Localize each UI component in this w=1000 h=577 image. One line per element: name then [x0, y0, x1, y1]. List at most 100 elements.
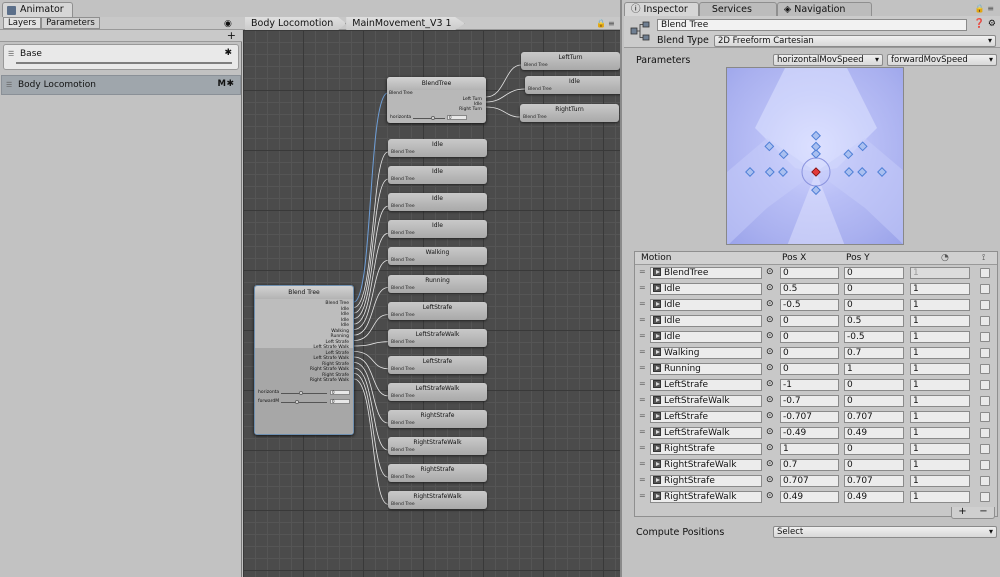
motion-node-leftturn[interactable]: LeftTurn Blend Tree [521, 52, 620, 70]
mirror-checkbox[interactable] [980, 428, 990, 438]
object-picker-icon[interactable]: ⊙ [766, 347, 774, 357]
motion-field[interactable]: LeftStrafeWalk [650, 395, 762, 407]
mirror-checkbox[interactable] [980, 348, 990, 358]
pos-x-field[interactable]: -1 [780, 379, 839, 391]
pos-y-field[interactable]: 0.49 [844, 427, 904, 439]
motion-row[interactable]: = Idle ⊙ 0 -0.5 1 [635, 329, 997, 345]
animator-tab[interactable]: Animator [2, 2, 73, 17]
object-picker-icon[interactable]: ⊙ [766, 283, 774, 293]
motion-node-rightstrafe[interactable]: RightStrafe Blend Tree [388, 410, 487, 428]
motion-node-rightstrafewalk[interactable]: RightStrafeWalk Blend Tree [388, 437, 487, 456]
menu-icon[interactable]: ≡ [608, 19, 615, 28]
motion-row[interactable]: = Running ⊙ 0 1 1 [635, 361, 997, 377]
motion-node-rightstrafe[interactable]: RightStrafe Blend Tree [388, 464, 487, 483]
pos-x-field[interactable]: -0.7 [780, 395, 839, 407]
pos-x-field[interactable]: 0 [780, 315, 839, 327]
mirror-checkbox[interactable] [980, 316, 990, 326]
motion-field[interactable]: BlendTree [650, 267, 762, 279]
motion-node-idle[interactable]: Idle Blend Tree [388, 166, 487, 185]
pos-y-field[interactable]: 0.7 [844, 347, 904, 359]
time-scale-field[interactable]: 1 [910, 299, 970, 311]
mirror-checkbox[interactable] [980, 300, 990, 310]
object-picker-icon[interactable]: ⊙ [766, 379, 774, 389]
object-picker-icon[interactable]: ⊙ [766, 491, 774, 501]
drag-handle-icon[interactable]: = [639, 379, 646, 388]
drag-handle-icon[interactable]: = [639, 267, 646, 276]
pos-x-field[interactable]: -0.49 [780, 427, 839, 439]
motion-row[interactable]: = RightStrafe ⊙ 0.707 0.707 1 [635, 473, 997, 489]
param-slider[interactable] [281, 402, 327, 403]
time-scale-field[interactable]: 1 [910, 459, 970, 471]
drag-handle-icon[interactable]: = [639, 315, 646, 324]
param-x-dropdown[interactable]: horizontalMovSpeed [773, 54, 883, 66]
time-scale-field[interactable]: 1 [910, 427, 970, 439]
motion-node-leftstrafe[interactable]: LeftStrafe Blend Tree [388, 301, 487, 320]
time-scale-field[interactable]: 1 [910, 395, 970, 407]
motion-row[interactable]: = LeftStrafeWalk ⊙ -0.49 0.49 1 [635, 425, 997, 441]
object-picker-icon[interactable]: ⊙ [766, 331, 774, 341]
drag-handle-icon[interactable]: = [639, 299, 646, 308]
time-scale-field[interactable]: 1 [910, 283, 970, 295]
param-value[interactable]: 0 [330, 399, 350, 404]
pos-x-field[interactable]: 0.707 [780, 475, 839, 487]
drag-handle-icon[interactable]: = [639, 347, 646, 356]
drag-handle-icon[interactable]: = [639, 443, 646, 452]
motion-field[interactable]: Idle [650, 299, 762, 311]
remove-motion-button[interactable]: − [979, 507, 987, 518]
drag-handle-icon[interactable]: = [639, 283, 646, 292]
motion-node-rightturn[interactable]: RightTurn Blend Tree [520, 104, 619, 122]
motion-field[interactable]: RightStrafeWalk [650, 491, 762, 503]
time-scale-field[interactable]: 1 [910, 267, 970, 279]
gear-icon[interactable]: ⚙ [988, 19, 996, 29]
tab-services[interactable]: Services [698, 2, 777, 16]
pos-x-field[interactable]: 0 [780, 363, 839, 375]
motion-field[interactable]: Idle [650, 331, 762, 343]
motion-field[interactable]: RightStrafeWalk [650, 459, 762, 471]
object-name-field[interactable]: Blend Tree [657, 19, 967, 31]
object-picker-icon[interactable]: ⊙ [766, 315, 774, 325]
pos-x-field[interactable]: 0 [780, 331, 839, 343]
eye-icon[interactable]: ◉ [224, 19, 232, 29]
layer-base[interactable]: ☰ Base ✱ [3, 44, 239, 70]
layer-body-locomotion[interactable]: ☰ Body Locomotion M ✱ [1, 75, 241, 95]
mirror-checkbox[interactable] [980, 492, 990, 502]
motion-node-running[interactable]: Running Blend Tree [388, 274, 487, 293]
slider-handle[interactable] [295, 400, 299, 404]
time-scale-field[interactable]: 1 [910, 475, 970, 487]
time-scale-field[interactable]: 1 [910, 443, 970, 455]
pos-y-field[interactable]: 0.707 [844, 411, 904, 423]
drag-handle-icon[interactable]: = [639, 491, 646, 500]
pos-x-field[interactable]: 0.5 [780, 283, 839, 295]
object-picker-icon[interactable]: ⊙ [766, 395, 774, 405]
time-scale-field[interactable]: 1 [910, 315, 970, 327]
motion-field[interactable]: Idle [650, 283, 762, 295]
blend-type-dropdown[interactable]: 2D Freeform Cartesian [714, 35, 996, 47]
mirror-checkbox[interactable] [980, 460, 990, 470]
mirror-checkbox[interactable] [980, 332, 990, 342]
slider-handle[interactable] [431, 116, 435, 120]
param-value[interactable]: 0 [447, 115, 467, 120]
tab-parameters[interactable]: Parameters [41, 17, 100, 29]
motion-row[interactable]: = LeftStrafeWalk ⊙ -0.7 0 1 [635, 393, 997, 409]
object-picker-icon[interactable]: ⊙ [766, 459, 774, 469]
tab-layers[interactable]: Layers [3, 17, 42, 29]
pos-x-field[interactable]: 1 [780, 443, 839, 455]
slider-handle[interactable] [299, 391, 303, 395]
pos-x-field[interactable]: 0 [780, 267, 839, 279]
drag-handle-icon[interactable]: = [639, 331, 646, 340]
drag-handle-icon[interactable]: = [639, 411, 646, 420]
param-value[interactable]: 0 [330, 390, 350, 395]
motion-node-walking[interactable]: Walking Blend Tree [388, 247, 487, 266]
drag-handle-icon[interactable]: = [639, 363, 646, 372]
time-scale-field[interactable]: 1 [910, 347, 970, 359]
drag-handle-icon[interactable]: = [639, 475, 646, 484]
object-picker-icon[interactable]: ⊙ [766, 267, 774, 277]
lock-icon[interactable]: 🔒 [596, 19, 606, 28]
gear-icon[interactable]: ✱ [224, 48, 232, 58]
pos-x-field[interactable]: 0 [780, 347, 839, 359]
breadcrumb-body-locomotion[interactable]: Body Locomotion [245, 17, 347, 30]
pos-y-field[interactable]: 0.707 [844, 475, 904, 487]
blendtree-node-main[interactable]: Blend Tree Blend Tree Idle Idle Idle Idle Wal… [254, 285, 354, 435]
mirror-checkbox[interactable] [980, 396, 990, 406]
time-scale-field[interactable]: 1 [910, 379, 970, 391]
